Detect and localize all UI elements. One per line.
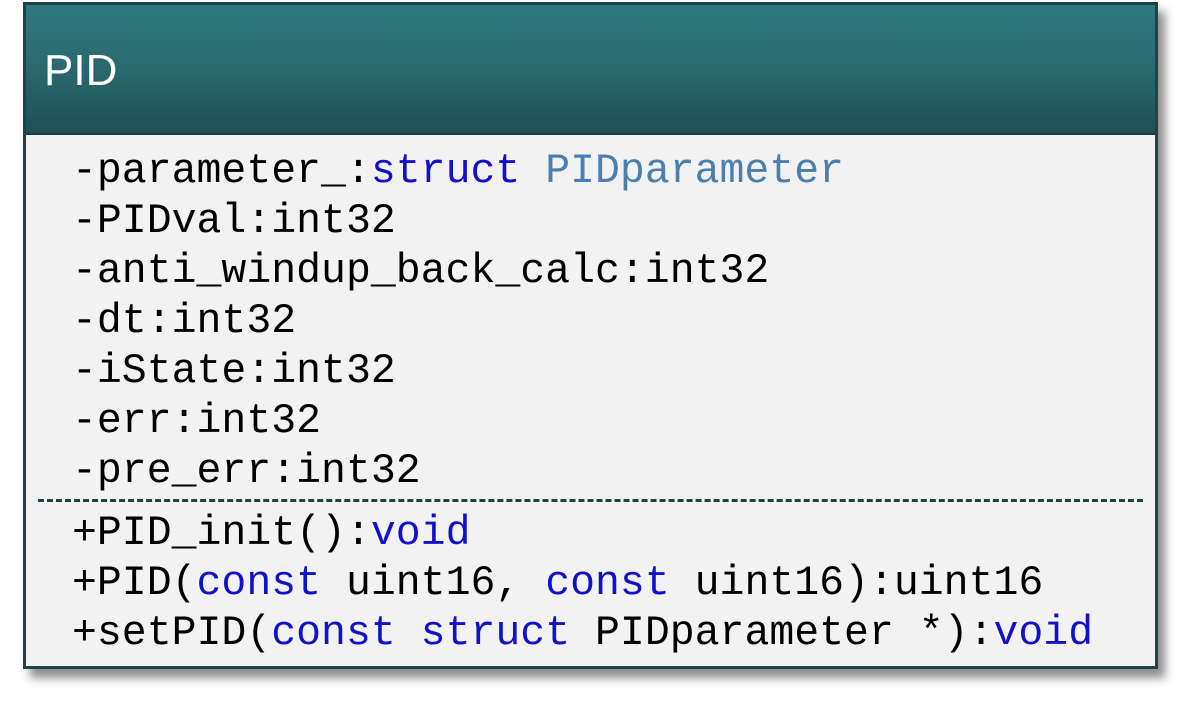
operation-pid: +PID(const uint16, const uint16):uint16 [72, 559, 1181, 609]
attribute-err: -err:int32 [72, 398, 322, 445]
keyword-void: void [370, 510, 471, 557]
attributes-compartment: -parameter_:struct PIDparameter -PIDval:… [26, 147, 1155, 497]
operation-params: PIDparameter *): [570, 610, 994, 657]
keyword-const: const [271, 610, 396, 657]
uml-class-box: PID -parameter_:struct PIDparameter -PID… [23, 2, 1158, 669]
type-reference: PIDparameter [545, 148, 845, 195]
keyword-struct: struct [420, 610, 571, 657]
attribute-pre-err: -pre_err:int32 [72, 448, 421, 495]
operation-params: uint16):uint16 [669, 560, 1044, 607]
keyword-void: void [993, 610, 1094, 657]
attribute-dt: -dt:int32 [72, 298, 297, 345]
class-name: PID [44, 46, 118, 95]
compartment-separator [38, 499, 1143, 502]
keyword-const: const [545, 560, 670, 607]
attribute-anti-windup: -anti_windup_back_calc:int32 [72, 248, 770, 295]
attribute-pidval: -PIDval:int32 [72, 198, 396, 245]
operations-compartment: +PID_init():void +PID(const uint16, cons… [26, 509, 1155, 659]
operation-signature: +PID_init(): [72, 510, 371, 557]
operation-signature: +PID( [72, 560, 197, 607]
operation-signature: +setPID( [72, 610, 272, 657]
attribute-name: -parameter_: [72, 148, 371, 195]
attribute-parameter: -parameter_:struct PIDparameter [72, 147, 1181, 197]
keyword-struct: struct [370, 148, 521, 195]
class-header: PID [26, 5, 1155, 135]
operation-setpid: +setPID(const struct PIDparameter *):voi… [72, 609, 1181, 659]
keyword-const: const [196, 560, 322, 607]
operation-pid-init: +PID_init():void [72, 509, 1181, 559]
operation-params: uint16, [321, 560, 546, 607]
attribute-istate: -iState:int32 [72, 348, 396, 395]
